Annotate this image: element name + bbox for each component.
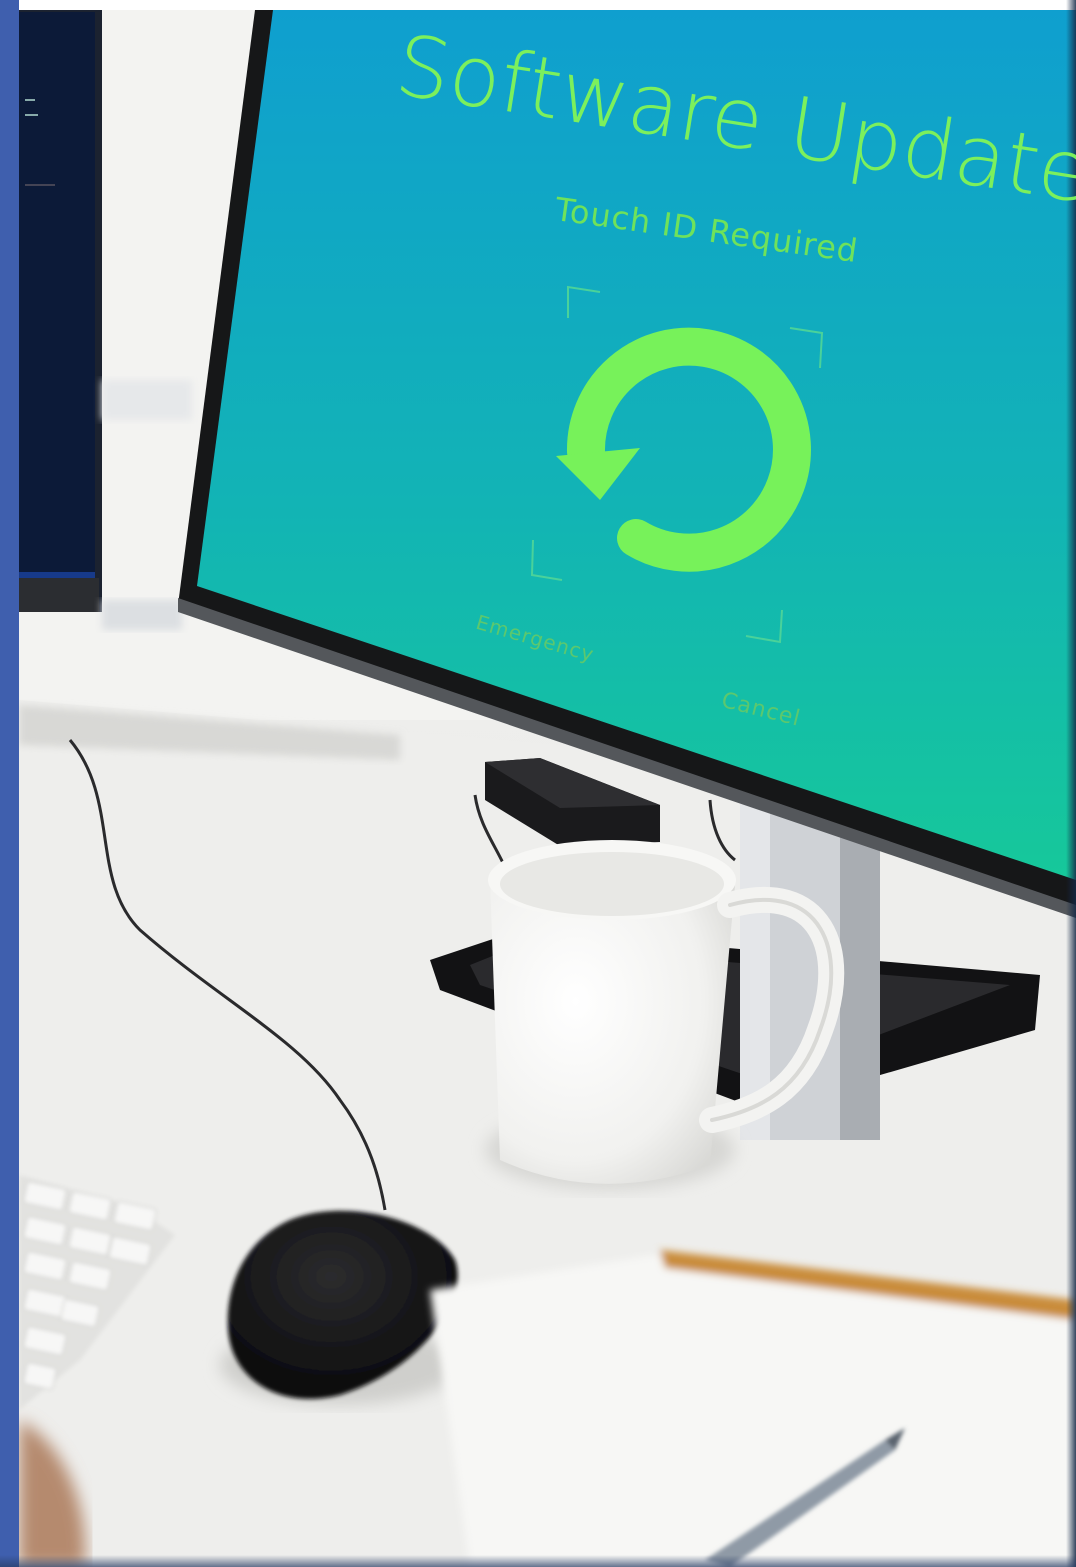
desk-photo xyxy=(0,0,1076,1567)
background-monitor xyxy=(19,10,102,612)
notebook xyxy=(430,1250,1076,1567)
photo-scene: Software Update Touch ID Required Emerge… xyxy=(0,0,1076,1567)
right-edge-shade xyxy=(1066,0,1076,1567)
bottom-edge-shade xyxy=(0,1555,1076,1567)
top-edge xyxy=(0,0,1076,10)
left-side-bar xyxy=(0,0,19,1567)
